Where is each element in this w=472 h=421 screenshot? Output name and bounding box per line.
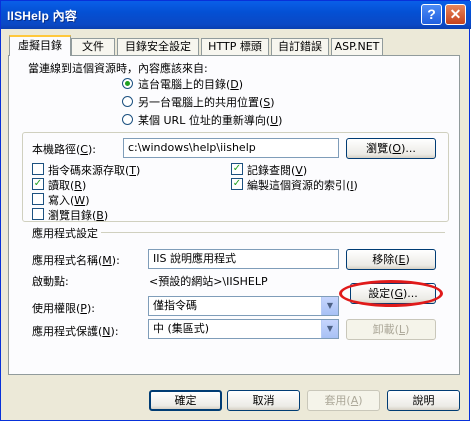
check-log-visits[interactable]: ✓ [231, 163, 243, 175]
check-write[interactable] [32, 193, 44, 205]
browse-button[interactable]: 瀏覽(O)... [346, 138, 436, 159]
remove-button[interactable]: 移除(E) [346, 249, 436, 270]
help-icon[interactable]: ? [421, 4, 442, 25]
help-button[interactable]: 說明 [387, 390, 460, 411]
highlight-annotation [339, 280, 443, 307]
check-directory-browsing[interactable] [32, 208, 44, 220]
radio-network-share[interactable] [122, 96, 133, 107]
start-point-label: 啟動點: [32, 275, 69, 288]
check-index-resource-label[interactable]: 編製這個資源的索引(I) [247, 177, 358, 193]
tab-virtual-directory[interactable]: 虛擬目錄 [9, 35, 71, 56]
ok-button[interactable]: 確定 [149, 390, 222, 411]
tab-http-headers[interactable]: HTTP 標頭 [201, 38, 269, 55]
radio-url-redirect-label[interactable]: 某個 URL 位址的重新導向(U) [138, 112, 282, 128]
check-read-label[interactable]: 讀取(R) [48, 177, 86, 193]
execute-permissions-select[interactable]: 僅指令碼 ▼ [148, 296, 339, 316]
chevron-down-icon[interactable]: ▼ [321, 320, 338, 338]
source-prompt: 當連線到這個資源時，內容應該來自: [28, 62, 208, 75]
app-settings-divider [101, 232, 445, 233]
window-title: IISHelp 內容 [7, 9, 78, 23]
title-bar[interactable]: IISHelp 內容 ? ✕ [1, 1, 471, 29]
tab-custom-errors[interactable]: 自訂錯誤 [271, 38, 329, 55]
check-script-source-access-label[interactable]: 指令碼來源存取(T) [48, 162, 140, 178]
local-path-label: 本機路徑(C): [32, 143, 96, 156]
app-settings-header: 應用程式設定 [32, 227, 98, 240]
apply-button[interactable]: 套用(A) [307, 390, 380, 411]
app-protection-select[interactable]: 中 (集區式) ▼ [148, 319, 339, 339]
close-icon[interactable]: ✕ [445, 4, 466, 25]
properties-dialog: IISHelp 內容 ? ✕ 虛擬目錄 文件 目錄安全設定 HTTP 標頭 自訂… [0, 0, 471, 421]
tab-documents[interactable]: 文件 [71, 38, 115, 55]
execute-permissions-label: 使用權限(P): [32, 302, 95, 315]
check-log-visits-label[interactable]: 記錄查閱(V) [247, 162, 307, 178]
radio-url-redirect[interactable] [122, 114, 133, 125]
check-read[interactable]: ✓ [32, 178, 44, 190]
tab-directory-security[interactable]: 目錄安全設定 [117, 38, 199, 55]
app-protection-label: 應用程式保護(N): [32, 325, 119, 338]
check-script-source-access[interactable] [32, 163, 44, 175]
radio-local-directory[interactable] [122, 78, 133, 89]
check-directory-browsing-label[interactable]: 瀏覽目錄(B) [48, 207, 108, 223]
cancel-button[interactable]: 取消 [227, 390, 300, 411]
app-name-input[interactable]: IIS 說明應用程式 [148, 249, 339, 269]
radio-network-share-label[interactable]: 另一台電腦上的共用位置(S) [138, 94, 275, 110]
check-index-resource[interactable]: ✓ [231, 178, 243, 190]
app-name-label: 應用程式名稱(M): [32, 254, 120, 267]
tab-aspnet[interactable]: ASP.NET [331, 38, 383, 55]
unload-button[interactable]: 卸載(L) [346, 319, 436, 340]
check-write-label[interactable]: 寫入(W) [48, 192, 89, 208]
radio-local-directory-label[interactable]: 這台電腦上的目錄(D) [138, 76, 243, 92]
chevron-down-icon[interactable]: ▼ [321, 297, 338, 315]
local-path-input[interactable]: c:\windows\help\iishelp [123, 138, 339, 158]
start-point-value: <預設的網站>\IISHELP [149, 275, 268, 288]
